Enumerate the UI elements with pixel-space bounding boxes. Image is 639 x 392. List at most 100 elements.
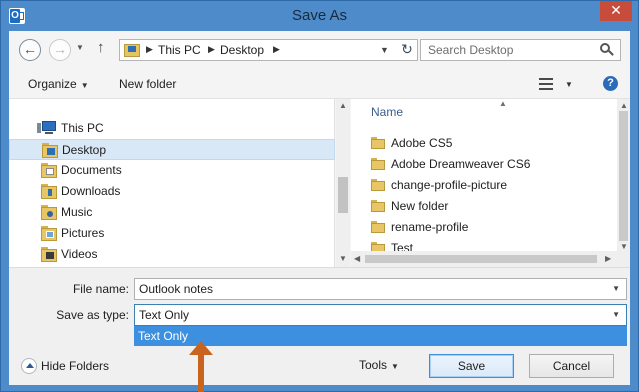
list-item-label: change-profile-picture — [391, 178, 508, 192]
nav-item-documents[interactable]: Documents — [9, 160, 335, 181]
list-item[interactable]: rename-profile — [371, 217, 611, 237]
list-item-label: rename-profile — [391, 220, 469, 234]
pictures-folder-icon — [41, 226, 57, 241]
search-placeholder: Search Desktop — [428, 43, 514, 57]
address-bar[interactable]: ▶ This PC ▶ Desktop ▶ ▼ ↻ — [119, 39, 418, 61]
scroll-down-arrow-icon[interactable]: ▼ — [339, 254, 347, 263]
nav-item-label: Downloads — [61, 184, 121, 198]
nav-item-label: Documents — [61, 163, 122, 177]
new-folder-button[interactable]: New folder — [119, 77, 176, 91]
list-item-label: Adobe Dreamweaver CS6 — [391, 157, 531, 171]
documents-folder-icon — [41, 163, 57, 178]
nav-item-label: This PC — [61, 121, 104, 135]
nav-item-label: Music — [61, 205, 93, 219]
folder-icon — [371, 137, 385, 149]
nav-item-videos[interactable]: Videos — [9, 244, 335, 265]
videos-folder-icon — [41, 247, 57, 262]
address-row: ← → ▼ ↑ ▶ This PC ▶ Desktop ▶ ▼ ↻ Search… — [9, 31, 630, 69]
hide-folders-label: Hide Folders — [41, 359, 110, 373]
scroll-down-arrow-icon[interactable]: ▼ — [620, 242, 628, 251]
scroll-right-arrow-icon[interactable]: ▶ — [605, 254, 611, 263]
view-options-chevron-icon[interactable]: ▼ — [565, 80, 573, 89]
scrollbar-thumb[interactable] — [338, 177, 348, 213]
scroll-up-arrow-icon[interactable]: ▲ — [620, 101, 628, 110]
scrollbar-thumb[interactable] — [619, 111, 628, 241]
desktop-location-icon — [124, 43, 142, 57]
list-item[interactable]: change-profile-picture — [371, 175, 611, 195]
nav-item-this-pc[interactable]: This PC — [9, 118, 335, 139]
breadcrumb-chevron-icon[interactable]: ▶ — [146, 44, 153, 55]
title-bar: O Save As ✕ — [1, 1, 638, 31]
nav-item-label: Pictures — [61, 226, 105, 240]
list-item[interactable]: New folder — [371, 196, 611, 216]
window-title: Save As — [291, 7, 348, 24]
annotation-arrow-icon — [189, 341, 213, 392]
save-options-panel: File name: Outlook notes ▼ Save as type:… — [9, 267, 630, 385]
file-name-input[interactable]: Outlook notes ▼ — [134, 278, 627, 300]
help-icon[interactable]: ? — [603, 76, 618, 91]
breadcrumb-desktop[interactable]: Desktop — [220, 43, 264, 57]
nav-item-desktop[interactable]: Desktop — [9, 139, 335, 160]
scroll-up-arrow-icon[interactable]: ▲ — [339, 101, 347, 110]
chevron-down-icon[interactable]: ▼ — [612, 284, 620, 293]
list-item[interactable]: Adobe CS5 — [371, 133, 611, 153]
hide-folders-button[interactable]: Hide Folders — [21, 356, 131, 376]
tools-label: Tools — [359, 358, 388, 372]
breadcrumb-chevron-icon[interactable]: ▶ — [273, 44, 280, 55]
folder-icon — [371, 200, 385, 212]
save-as-type-value: Text Only — [139, 308, 190, 322]
organize-label: Organize — [28, 77, 77, 91]
folder-icon — [371, 158, 385, 170]
nav-item-music[interactable]: Music — [9, 202, 335, 223]
music-folder-icon — [41, 205, 57, 220]
breadcrumb-chevron-icon[interactable]: ▶ — [208, 44, 215, 55]
file-list: ▲ Name Adobe CS5 Adobe Dreamweaver CS6 c… — [351, 99, 630, 267]
scroll-left-arrow-icon[interactable]: ◀ — [354, 254, 360, 263]
file-name-label: File name: — [72, 282, 129, 296]
folder-icon — [371, 179, 385, 191]
chevron-down-icon: ▼ — [80, 81, 89, 90]
list-item-label: Adobe CS5 — [391, 136, 453, 150]
dialog-client: ← → ▼ ↑ ▶ This PC ▶ Desktop ▶ ▼ ↻ Search… — [9, 31, 630, 385]
nav-item-label: Videos — [61, 247, 98, 261]
sort-ascending-icon: ▲ — [499, 99, 507, 108]
chevron-up-circle-icon — [21, 358, 37, 374]
scrollbar-corner — [617, 251, 630, 267]
nav-item-pictures[interactable]: Pictures — [9, 223, 335, 244]
back-arrow-icon[interactable]: ← — [19, 39, 41, 61]
save-button[interactable]: Save — [429, 354, 514, 378]
desktop-folder-icon — [42, 143, 58, 158]
save-as-dialog: O Save As ✕ ← → ▼ ↑ ▶ This PC ▶ Desktop … — [0, 0, 639, 392]
organize-button[interactable]: Organize ▼ — [28, 77, 89, 91]
refresh-icon[interactable]: ↻ — [398, 41, 416, 59]
address-dropdown-icon[interactable]: ▼ — [380, 45, 389, 55]
scrollbar-thumb[interactable] — [365, 255, 597, 263]
chevron-down-icon: ▼ — [391, 362, 399, 371]
up-arrow-icon[interactable]: ↑ — [97, 39, 105, 56]
recent-locations-chevron-icon[interactable]: ▼ — [76, 43, 84, 52]
change-view-icon[interactable] — [539, 78, 553, 90]
search-input[interactable]: Search Desktop — [420, 39, 621, 61]
nav-item-downloads[interactable]: Downloads — [9, 181, 335, 202]
file-list-horizontal-scrollbar[interactable]: ◀ ▶ — [351, 251, 617, 267]
list-item-label: New folder — [391, 199, 449, 213]
cancel-button[interactable]: Cancel — [529, 354, 614, 378]
tools-button[interactable]: Tools ▼ — [359, 354, 419, 376]
chevron-down-icon[interactable]: ▼ — [612, 310, 620, 319]
name-column-header[interactable]: Name — [371, 105, 403, 119]
breadcrumb-this-pc[interactable]: This PC — [158, 43, 201, 57]
computer-icon — [37, 121, 57, 136]
downloads-folder-icon — [41, 184, 57, 199]
file-name-value: Outlook notes — [139, 282, 214, 296]
search-icon — [600, 43, 614, 57]
list-item[interactable]: Adobe Dreamweaver CS6 — [371, 154, 611, 174]
file-list-vertical-scrollbar[interactable]: ▲ ▼ — [617, 99, 630, 267]
close-button[interactable]: ✕ — [600, 1, 632, 21]
command-bar: Organize ▼ New folder ▼ ? — [9, 69, 630, 99]
nav-pane-scrollbar[interactable]: ▲ ▼ — [336, 99, 350, 267]
nav-item-label: Desktop — [62, 143, 107, 157]
save-as-type-select[interactable]: Text Only ▼ — [134, 304, 627, 326]
forward-arrow-icon[interactable]: → — [49, 39, 71, 61]
navigation-pane: This PC Desktop Documents Downloads Musi… — [9, 99, 335, 267]
folder-icon — [371, 221, 385, 233]
